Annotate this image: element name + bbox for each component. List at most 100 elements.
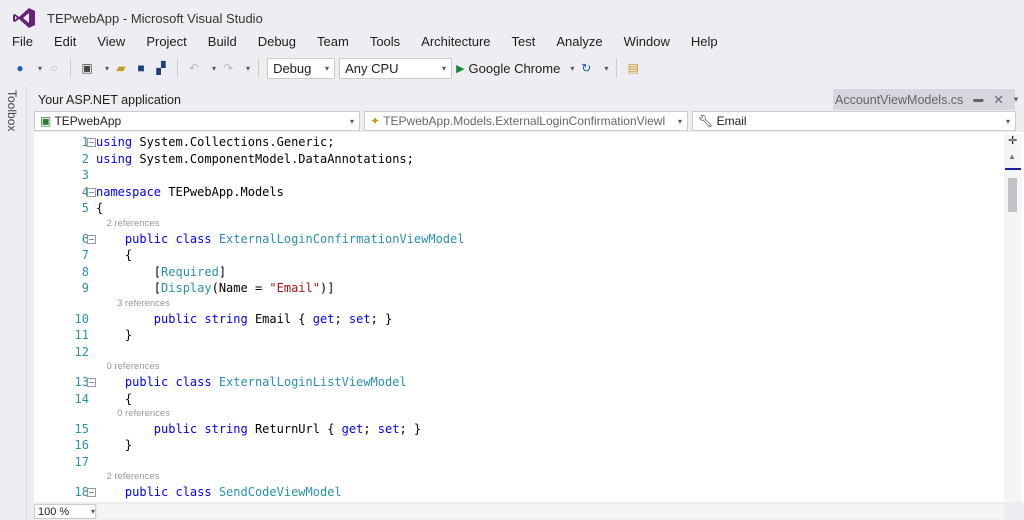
menu-tools[interactable]: Tools [358,34,409,54]
code-token: } [96,438,133,453]
configuration-value: Debug [273,60,312,76]
codelens-references[interactable]: 0 references [96,360,996,374]
scroll-up-icon[interactable]: ▲ [1008,152,1016,161]
type-dropdown[interactable]: ✦ TEPwebApp.Models.ExternalLoginConfirma… [364,111,688,131]
caret-marker [1005,168,1021,170]
scroll-thumb[interactable] [1008,178,1017,212]
menu-build[interactable]: Build [196,34,246,54]
zoom-dropdown[interactable]: 100 % ▾ [34,504,96,519]
member-dropdown[interactable]: 🔧︎ Email ▾ [692,111,1016,131]
code-line: 10 public string Email { get; set; } [75,311,996,328]
menu-project[interactable]: Project [134,34,195,54]
menu-test[interactable]: Test [500,34,545,54]
visual-studio-logo-icon [13,8,35,28]
code-line: 3 [82,167,996,184]
code-token: using [96,135,133,149]
chevron-down-icon[interactable]: ▾ [1014,94,1019,105]
code-line: 15 public string ReturnUrl { get; set; } [75,421,996,438]
line-number: 15 [74,421,89,436]
codelens-references[interactable]: 2 references [96,217,996,231]
collapse-icon[interactable]: − [87,138,96,147]
code-token: Required [161,264,219,279]
forward-icon[interactable]: ○ [46,60,62,76]
menu-architecture[interactable]: Architecture [409,34,499,54]
collapse-icon[interactable]: − [87,234,96,244]
codelens-references[interactable]: 0 references [96,407,996,421]
project-dropdown[interactable]: ▣ TEPwebApp ▾ [34,111,360,131]
run-target-button[interactable]: Google Chrome [469,61,561,76]
refresh-icon[interactable]: ↻ [578,60,594,76]
toolbox-label[interactable]: Toolbox [5,90,19,131]
menu-analyze[interactable]: Analyze [544,34,611,54]
tab-label: AccountViewModels.cs [835,92,964,107]
line-number: 5 [81,201,89,216]
tab-account-view-models[interactable]: AccountViewModels.cs ▬ ✕ ▾ [833,89,1018,110]
code-line: 12 [75,344,996,361]
new-project-icon[interactable]: ▣ [79,60,95,76]
open-file-icon[interactable]: ▰ [113,60,129,76]
code-token: { [96,248,133,263]
project-value: TEPwebApp [54,114,122,128]
code-token: "Email" [269,281,320,296]
code-token: ; [334,311,349,326]
code-line: 13− public class ExternalLoginListViewMo… [75,374,996,391]
toolbox-panel[interactable]: Toolbox [0,86,27,520]
menu-team[interactable]: Team [305,34,358,54]
menu-window[interactable]: Window [612,34,679,54]
codelens-references[interactable]: 2 references [96,470,996,484]
redo-icon[interactable]: ↷ [220,60,236,76]
class-icon: ✦ [370,114,381,128]
code-line: 9 [Display(Name = "Email")] [82,280,996,297]
menu-file[interactable]: File [0,34,42,54]
collapse-icon[interactable]: − [87,187,96,197]
code-token: set [348,311,371,326]
code-lines[interactable]: 1− using System.Collections.Generic; 2 usin… [75,134,996,501]
line-number: 16 [74,438,89,453]
code-token: public string [96,311,255,326]
code-line: 18− public class SendCodeViewModel [75,484,996,501]
toolbar: ● ▾ ○ ▣ ▾ ▰ ■ ▞ ↶ ▾ ↷ ▾ Debug ▾ Any CPU ▾ ▶ Go… [12,57,641,79]
menu-debug[interactable]: Debug [246,34,305,54]
platform-dropdown[interactable]: Any CPU ▾ [339,57,453,79]
collapse-icon[interactable]: − [87,377,96,387]
collapse-icon[interactable]: − [87,488,96,498]
code-line: 4− namespace TEPwebApp.Models [82,184,996,201]
back-icon[interactable]: ● [12,60,28,76]
line-number: 9 [81,281,89,296]
code-token: public string [96,421,255,436]
run-icon[interactable]: ▶ [456,62,464,75]
undo-icon[interactable]: ↶ [186,60,202,76]
save-all-icon[interactable]: ▞ [153,60,169,76]
menu-help[interactable]: Help [679,34,727,54]
line-number: 14 [74,391,89,406]
type-value: TEPwebApp.Models.ExternalLoginConfirmati… [383,114,666,128]
horizontal-scrollbar[interactable] [98,504,1004,519]
line-number: 12 [74,344,89,359]
code-token: (Name = [211,281,270,296]
configuration-dropdown[interactable]: Debug ▾ [267,57,336,79]
platform-value: Any CPU [345,60,399,76]
code-token: get [312,311,335,326]
line-number: 10 [74,311,89,326]
codelens-references[interactable]: 3 references [96,297,996,311]
menu-edit[interactable]: Edit [42,34,85,54]
save-icon[interactable]: ■ [133,60,149,76]
pin-icon[interactable]: ▬ [973,94,983,105]
line-number: 8 [81,264,89,279]
zoom-value: 100 % [38,505,70,518]
member-value: Email [716,114,747,128]
split-icon[interactable]: ✛ [1008,134,1017,147]
close-icon[interactable]: ✕ [993,92,1003,107]
find-in-files-icon[interactable]: ▤ [625,60,641,76]
project-icon: ▣ [40,114,52,128]
code-line: 8 [Required] [82,264,996,281]
vertical-scrollbar[interactable]: ✛ ▲ [1004,134,1022,502]
code-token: namespace [96,184,162,199]
code-line: 6− public class ExternalLoginConfirmatio… [82,231,996,248]
menu-view[interactable]: View [85,34,134,54]
code-token: SendCodeViewModel [218,485,342,500]
code-token: ; [363,421,378,436]
code-token: ExternalLoginConfirmationViewModel [218,231,465,246]
line-number: 6 [81,231,89,246]
code-token: )] [319,281,335,296]
